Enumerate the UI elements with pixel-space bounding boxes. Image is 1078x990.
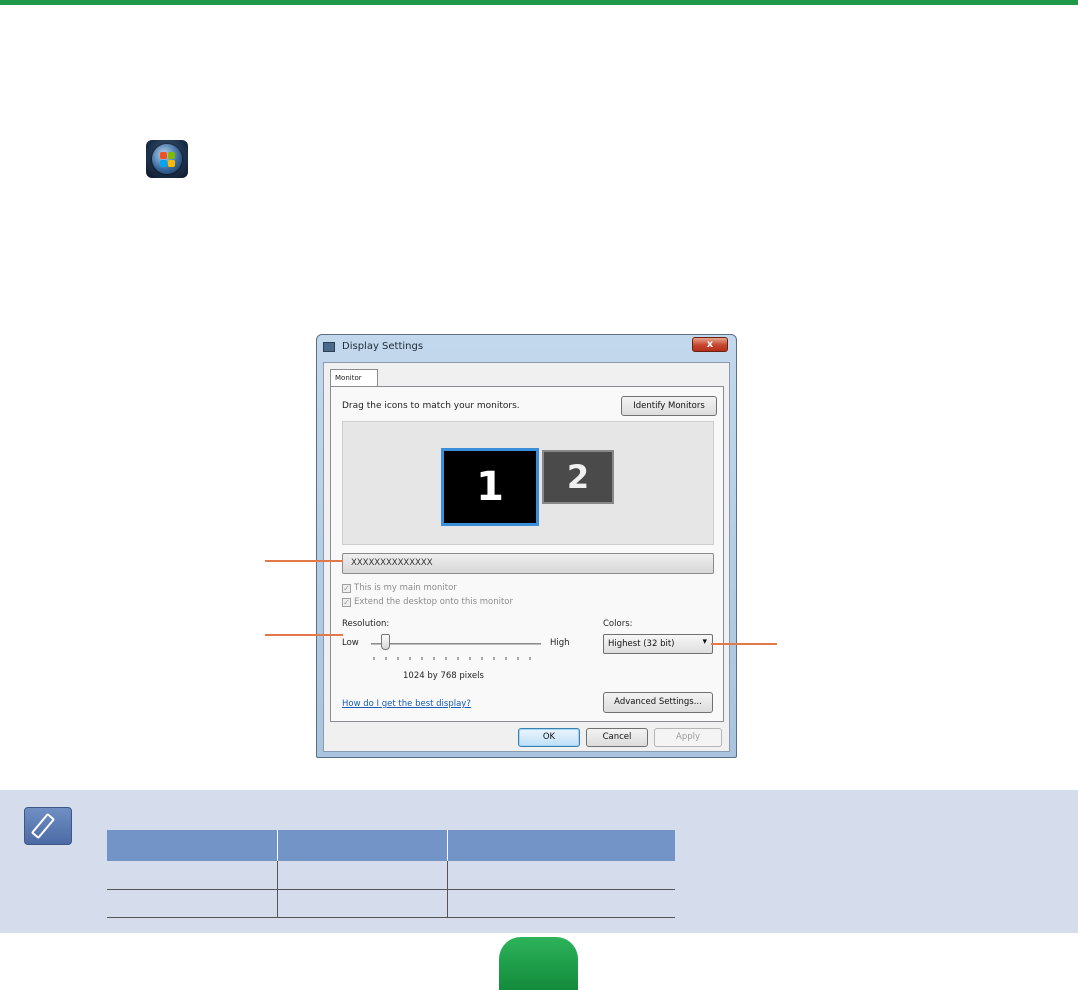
apply-button: Apply xyxy=(654,728,722,747)
resolution-slider-track[interactable] xyxy=(371,643,541,645)
high-label: High xyxy=(550,638,570,648)
windows-start-icon xyxy=(146,140,188,178)
extend-desktop-checkbox: ✓ Extend the desktop onto this monitor xyxy=(342,597,513,607)
colors-label: Colors: xyxy=(603,619,633,629)
drag-hint: Drag the icons to match your monitors. xyxy=(342,401,520,411)
dropdown-arrow-icon: ▾ xyxy=(702,637,707,647)
table-cell xyxy=(446,861,675,890)
callout-line-monitor xyxy=(265,560,343,562)
display-settings-dialog: Display Settings x Monitor Drag the icon… xyxy=(316,334,737,758)
monitor-arrangement: 1 2 xyxy=(342,421,714,545)
monitor-2-icon[interactable]: 2 xyxy=(542,450,614,504)
resolution-value: 1024 by 768 pixels xyxy=(403,671,484,681)
note-panel xyxy=(0,790,1078,933)
manual-page: Display Settings x Monitor Drag the icon… xyxy=(0,0,1078,990)
dialog-client: Monitor Drag the icons to match your mon… xyxy=(323,362,730,752)
monitor-select[interactable]: XXXXXXXXXXXXXX xyxy=(342,553,714,574)
main-monitor-checkbox: ✓ This is my main monitor xyxy=(342,583,457,593)
resolution-label: Resolution: xyxy=(342,619,390,629)
monitor-1-icon[interactable]: 1 xyxy=(441,448,539,526)
header-rule xyxy=(0,0,1078,5)
table-row xyxy=(107,861,675,890)
resolution-slider-thumb[interactable] xyxy=(381,634,390,650)
table-header-cell xyxy=(446,830,675,861)
advanced-settings-button[interactable]: Advanced Settings... xyxy=(603,692,713,713)
colors-dropdown[interactable]: Highest (32 bit) ▾ xyxy=(603,634,713,654)
dialog-title: Display Settings xyxy=(342,341,424,352)
identify-monitors-button[interactable]: Identify Monitors xyxy=(621,396,717,416)
slider-ticks xyxy=(373,657,541,660)
table-header-cell xyxy=(276,830,447,861)
callout-line-colors xyxy=(711,643,777,645)
extend-desktop-label: Extend the desktop onto this monitor xyxy=(354,597,513,607)
ok-button[interactable]: OK xyxy=(518,728,580,747)
table-cell xyxy=(107,861,277,890)
close-button[interactable]: x xyxy=(692,337,728,352)
table-cell xyxy=(107,889,277,918)
best-display-help-link[interactable]: How do I get the best display? xyxy=(342,699,471,709)
callout-line-resolution xyxy=(265,634,343,636)
table-cell xyxy=(276,861,447,890)
table-header-row xyxy=(107,830,675,861)
cancel-button[interactable]: Cancel xyxy=(586,728,648,747)
display-icon xyxy=(323,342,335,352)
dialog-titlebar: Display Settings x xyxy=(317,335,736,361)
table-header-cell xyxy=(107,830,277,861)
checkbox-check-icon: ✓ xyxy=(342,584,351,593)
note-table xyxy=(107,830,675,918)
table-cell xyxy=(276,889,447,918)
monitor-tab-panel: Drag the icons to match your monitors. I… xyxy=(330,386,724,722)
low-label: Low xyxy=(342,638,359,648)
note-pencil-icon xyxy=(24,807,72,845)
colors-value: Highest (32 bit) xyxy=(608,639,675,649)
page-number-tab xyxy=(499,937,578,990)
main-monitor-label: This is my main monitor xyxy=(354,583,457,593)
tab-monitor[interactable]: Monitor xyxy=(330,369,378,387)
checkbox-check-icon: ✓ xyxy=(342,598,351,607)
table-cell xyxy=(446,889,675,918)
table-row xyxy=(107,889,675,918)
